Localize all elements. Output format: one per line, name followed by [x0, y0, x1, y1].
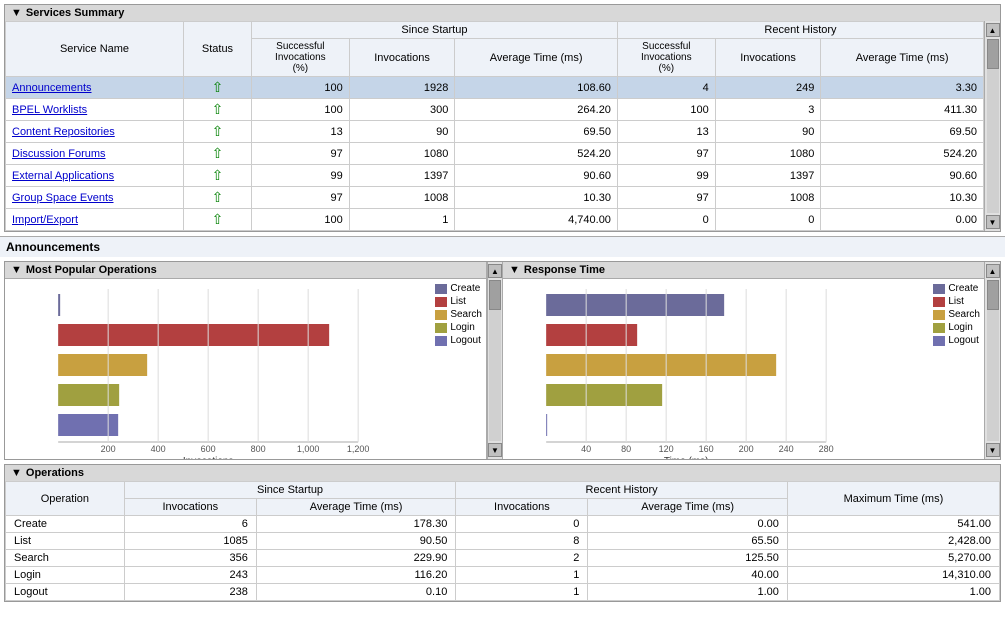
status-up-icon: ⇧	[212, 145, 224, 161]
th-ops-rh-avg: Average Time (ms)	[588, 499, 787, 516]
th-rh-avg: Average Time (ms)	[821, 39, 984, 77]
most-popular-chart-area: 200 400 600 800 1,000 1,200 Invocations …	[5, 279, 486, 459]
service-link[interactable]: Content Repositories	[12, 126, 115, 138]
services-table: Service Name Status Since Startup Recent…	[5, 21, 984, 231]
collapse-icon-popular[interactable]: ▼	[11, 264, 22, 276]
service-link[interactable]: Import/Export	[12, 214, 78, 226]
th-since-startup: Since Startup	[251, 22, 617, 39]
service-link[interactable]: External Applications	[12, 170, 114, 182]
response-time-chart-area: 40 80 120 160 200 240 280 Time (ms)	[503, 279, 984, 459]
status-up-icon: ⇧	[212, 167, 224, 183]
chart-scroll-track	[489, 280, 501, 441]
th-ss-success: SuccessfulInvocations(%)	[251, 39, 349, 77]
th-rh-invocations: Invocations	[715, 39, 821, 77]
svg-text:120: 120	[659, 444, 674, 454]
svg-text:40: 40	[581, 444, 591, 454]
table-row: Logout 238 0.10 1 1.00 1.00	[6, 584, 1000, 601]
most-popular-legend: Create List Search Login Logout	[431, 279, 486, 352]
table-row[interactable]: BPEL Worklists ⇧ 100 300 264.20 100 3 41…	[6, 99, 984, 121]
svg-text:280: 280	[819, 444, 834, 454]
th-ss-invocations: Invocations	[349, 39, 455, 77]
chart-scrollbar-right[interactable]: ▲ ▼	[984, 262, 1000, 459]
th-ss-avg: Average Time (ms)	[455, 39, 618, 77]
collapse-icon-response[interactable]: ▼	[509, 264, 520, 276]
chart-scroll-right-thumb[interactable]	[987, 280, 999, 310]
response-time-legend: Create List Search Login Logout	[929, 279, 984, 352]
scrollbar-down-btn[interactable]: ▼	[986, 215, 1000, 229]
table-row: List 1085 90.50 8 65.50 2,428.00	[6, 533, 1000, 550]
service-link[interactable]: Group Space Events	[12, 192, 114, 204]
svg-text:160: 160	[699, 444, 714, 454]
th-ops-recent-history: Recent History	[456, 482, 788, 499]
th-ops-max-time: Maximum Time (ms)	[787, 482, 999, 516]
services-summary-title: Services Summary	[26, 7, 124, 19]
operations-panel: ▼ Operations Operation Since Startup Rec…	[4, 464, 1001, 602]
scrollbar-thumb[interactable]	[987, 39, 999, 69]
table-row[interactable]: Discussion Forums ⇧ 97 1080 524.20 97 10…	[6, 143, 984, 165]
response-time-title: Response Time	[524, 264, 605, 276]
table-row: Search 356 229.90 2 125.50 5,270.00	[6, 550, 1000, 567]
svg-text:Time (ms): Time (ms)	[664, 456, 709, 459]
table-row[interactable]: Group Space Events ⇧ 97 1008 10.30 97 10…	[6, 187, 984, 209]
table-row[interactable]: Import/Export ⇧ 100 1 4,740.00 0 0 0.00	[6, 209, 984, 231]
svg-text:200: 200	[739, 444, 754, 454]
svg-text:240: 240	[779, 444, 794, 454]
scrollbar-track	[987, 39, 999, 213]
operations-title: Operations	[26, 467, 84, 479]
response-time-header: ▼ Response Time	[503, 262, 984, 279]
svg-text:600: 600	[201, 444, 216, 454]
chart-scroll-right-track	[987, 280, 999, 441]
svg-text:200: 200	[101, 444, 116, 454]
table-row[interactable]: Content Repositories ⇧ 13 90 69.50 13 90…	[6, 121, 984, 143]
scrollbar-up-btn[interactable]: ▲	[986, 23, 1000, 37]
status-up-icon: ⇧	[212, 189, 224, 205]
th-rh-success: SuccessfulInvocations(%)	[617, 39, 715, 77]
chart-scrollbar-left[interactable]: ▲ ▼	[487, 262, 503, 459]
svg-text:Invocations: Invocations	[183, 456, 234, 459]
th-ops-rh-invocations: Invocations	[456, 499, 588, 516]
th-status: Status	[184, 22, 252, 77]
table-row: Create 6 178.30 0 0.00 541.00	[6, 516, 1000, 533]
chart-scroll-down[interactable]: ▼	[488, 443, 502, 457]
most-popular-panel: ▼ Most Popular Operations 200 400	[5, 262, 487, 459]
service-link[interactable]: Discussion Forums	[12, 148, 106, 160]
svg-text:800: 800	[251, 444, 266, 454]
chart-scroll-right-down[interactable]: ▼	[986, 443, 1000, 457]
collapse-icon-ops[interactable]: ▼	[11, 467, 22, 479]
collapse-icon[interactable]: ▼	[11, 7, 22, 19]
th-service-name: Service Name	[6, 22, 184, 77]
svg-text:80: 80	[621, 444, 631, 454]
table-row[interactable]: External Applications ⇧ 99 1397 90.60 99…	[6, 165, 984, 187]
th-ops-ss-avg: Average Time (ms)	[256, 499, 455, 516]
status-up-icon: ⇧	[212, 79, 224, 95]
services-summary-header: ▼ Services Summary	[5, 5, 1000, 21]
svg-text:1,200: 1,200	[347, 444, 370, 454]
status-up-icon: ⇧	[212, 123, 224, 139]
operations-table: Operation Since Startup Recent History M…	[5, 481, 1000, 601]
table-row[interactable]: Announcements ⇧ 100 1928 108.60 4 249 3.…	[6, 77, 984, 99]
chart-scroll-thumb[interactable]	[489, 280, 501, 310]
th-ops-operation: Operation	[6, 482, 125, 516]
status-up-icon: ⇧	[212, 211, 224, 227]
services-scrollbar[interactable]: ▲ ▼	[984, 21, 1000, 231]
svg-text:1,000: 1,000	[297, 444, 320, 454]
service-link[interactable]: BPEL Worklists	[12, 104, 87, 116]
service-link[interactable]: Announcements	[12, 82, 92, 94]
chart-scroll-right-up[interactable]: ▲	[986, 264, 1000, 278]
th-ops-ss-invocations: Invocations	[124, 499, 256, 516]
announcements-label: Announcements	[0, 236, 1005, 257]
most-popular-header: ▼ Most Popular Operations	[5, 262, 486, 279]
most-popular-title: Most Popular Operations	[26, 264, 157, 276]
th-recent-history: Recent History	[617, 22, 983, 39]
most-popular-svg: 200 400 600 800 1,000 1,200 Invocations	[5, 279, 431, 459]
svg-text:400: 400	[151, 444, 166, 454]
chart-scroll-up[interactable]: ▲	[488, 264, 502, 278]
status-up-icon: ⇧	[212, 101, 224, 117]
response-time-panel: ▼ Response Time 40 80 120	[503, 262, 984, 459]
services-summary-panel: ▼ Services Summary Service Name Status S…	[4, 4, 1001, 232]
response-time-svg: 40 80 120 160 200 240 280 Time (ms)	[503, 279, 929, 459]
table-row: Login 243 116.20 1 40.00 14,310.00	[6, 567, 1000, 584]
operations-header: ▼ Operations	[5, 465, 1000, 481]
th-ops-since-startup: Since Startup	[124, 482, 456, 499]
